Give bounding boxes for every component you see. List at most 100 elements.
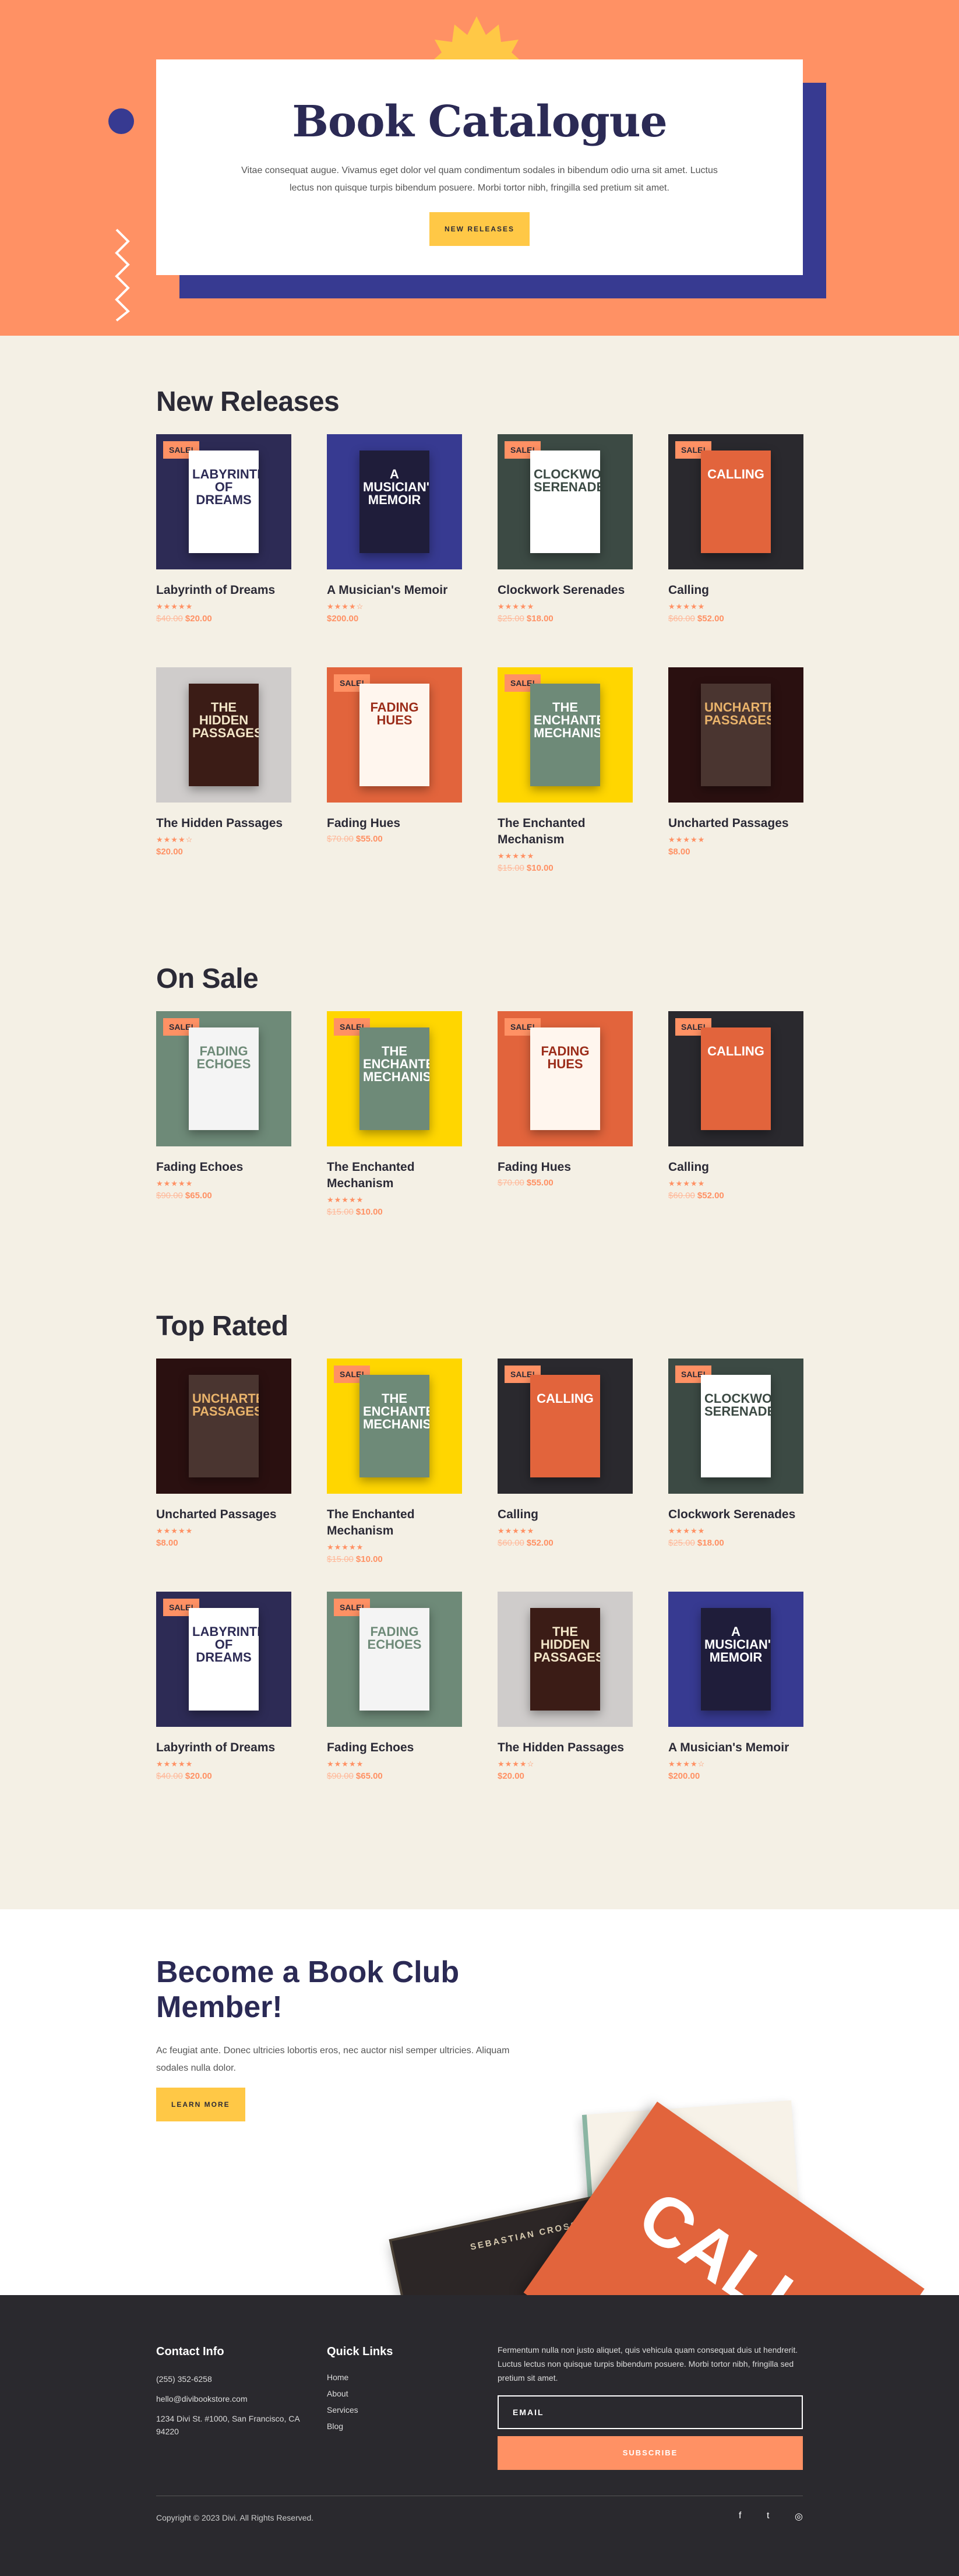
product-image[interactable]: SALE!The Enchanted Mechanism	[327, 1359, 462, 1494]
product-card[interactable]: SALE!Clockwork SerenadesClockwork Serena…	[498, 434, 633, 624]
product-title[interactable]: Fading Echoes	[327, 1740, 462, 1756]
star-rating: ★★★★★	[156, 602, 193, 611]
product-card[interactable]: SALE!Labyrinth Of Dreams Labyrinth of Dre…	[156, 434, 291, 624]
product-image[interactable]: Uncharted Passages	[156, 1359, 291, 1494]
facebook-icon[interactable]: f	[739, 2511, 741, 2522]
product-price: $70.00 $55.00	[327, 834, 462, 844]
product-card[interactable]: Uncharted Passages Uncharted Passages ★★★★…	[156, 1359, 291, 1548]
book-cover: The Enchanted Mechanism	[359, 1375, 429, 1477]
product-card[interactable]: The Hidden Passages The Hidden Passages ★★…	[498, 1592, 633, 1781]
product-image[interactable]: SALE! Fading Hues	[327, 667, 462, 803]
product-title[interactable]: Labyrinth of Dreams	[156, 582, 291, 599]
product-card[interactable]: A Musician's Memoir A Musician's Memoir ★★…	[668, 1592, 803, 1781]
product-card[interactable]: SALE! Fading Hues Fading Hues $70.00 $55.00	[498, 1011, 633, 1188]
product-title[interactable]: Clockwork Serenades	[668, 1507, 803, 1523]
product-card[interactable]: SALE!Clockwork Serenades Clockwork Serena…	[668, 1359, 803, 1548]
footer-link-home[interactable]: Home	[327, 2373, 467, 2382]
instagram-icon[interactable]: ◎	[795, 2511, 803, 2522]
current-price: $20.00	[498, 1771, 524, 1781]
current-price: $8.00	[668, 847, 690, 857]
subscribe-button[interactable]: SUBSCRIBE	[498, 2436, 803, 2470]
product-card[interactable]: SALE!The Enchanted MechanismThe Enchante…	[327, 1359, 462, 1564]
product-card[interactable]: A Musician's Memoir A Musician's Memoir ★★…	[327, 434, 462, 624]
product-title[interactable]: Fading Hues	[327, 815, 462, 832]
product-price: $90.00 $65.00	[327, 1771, 462, 1781]
product-image[interactable]: A Musician's Memoir	[668, 1592, 803, 1727]
contact-email[interactable]: hello@divibookstore.com	[156, 2392, 308, 2405]
product-image[interactable]: SALE!The Enchanted Mechanism	[498, 667, 633, 803]
product-card[interactable]: SALE!Labyrinth Of Dreams Labyrinth of Dre…	[156, 1592, 291, 1781]
product-grid: SALE! Fading Echoes Fading Echoes ★★★★★ $90.…	[156, 1011, 804, 1244]
learn-more-button[interactable]: LEARN MORE	[156, 2088, 245, 2121]
product-title[interactable]: Calling	[668, 1159, 803, 1176]
product-image[interactable]: SALE!Clockwork Serenades	[668, 1359, 803, 1494]
product-card[interactable]: SALE!The Enchanted Mechanism The Enchante…	[327, 1011, 462, 1217]
twitter-icon[interactable]: t	[767, 2511, 769, 2522]
product-image[interactable]: The Hidden Passages	[498, 1592, 633, 1727]
original-price: $90.00	[327, 1771, 354, 1781]
product-card[interactable]: SALE! Fading Hues Fading Hues $70.00 $55.00	[327, 667, 462, 844]
contact-phone[interactable]: (255) 352-6258	[156, 2373, 308, 2385]
product-title[interactable]: Calling	[498, 1507, 633, 1523]
product-card[interactable]: SALE!The Enchanted Mechanism The Enchante…	[498, 667, 633, 873]
book-cover: Fading Hues	[530, 1027, 600, 1130]
product-image[interactable]: SALE! Calling	[668, 1011, 803, 1146]
product-card[interactable]: Uncharted Passages Uncharted Passages ★★★★…	[668, 667, 803, 857]
product-price: $8.00	[668, 847, 803, 857]
product-title[interactable]: The Enchanted Mechanism	[498, 815, 633, 848]
star-rating: ★★★★☆	[156, 835, 193, 844]
product-image[interactable]: SALE! Fading Echoes	[156, 1011, 291, 1146]
email-field[interactable]: EMAIL	[498, 2395, 803, 2429]
footer-link-about[interactable]: About	[327, 2389, 467, 2398]
product-title[interactable]: Calling	[668, 582, 803, 599]
product-image[interactable]: Uncharted Passages	[668, 667, 803, 803]
footer-link-blog[interactable]: Blog	[327, 2422, 467, 2431]
product-image[interactable]: The Hidden Passages	[156, 667, 291, 803]
product-image[interactable]: SALE!Labyrinth Of Dreams	[156, 434, 291, 569]
star-rating: ★★★★★	[327, 1195, 364, 1204]
product-title[interactable]: A Musician's Memoir	[327, 582, 462, 599]
product-card[interactable]: SALE! Fading Echoes Fading Echoes ★★★★★ $90.…	[327, 1592, 462, 1781]
product-image[interactable]: SALE! Calling	[668, 434, 803, 569]
product-card[interactable]: The Hidden Passages The Hidden Passages ★★…	[156, 667, 291, 857]
product-image[interactable]: A Musician's Memoir	[327, 434, 462, 569]
product-card[interactable]: SALE! Calling Calling ★★★★★ $60.00 $52.00	[668, 1011, 803, 1201]
product-price: $20.00	[498, 1771, 633, 1781]
product-image[interactable]: SALE!The Enchanted Mechanism	[327, 1011, 462, 1146]
product-image[interactable]: SALE! Calling	[498, 1359, 633, 1494]
new-releases-button[interactable]: NEW RELEASES	[429, 212, 530, 246]
current-price: $8.00	[156, 1538, 178, 1548]
original-price: $15.00	[327, 1207, 354, 1217]
current-price: $52.00	[697, 614, 724, 624]
product-title[interactable]: The Enchanted Mechanism	[327, 1159, 462, 1192]
product-title[interactable]: The Hidden Passages	[156, 815, 291, 832]
product-image[interactable]: SALE!Clockwork Serenades	[498, 434, 633, 569]
product-image[interactable]: SALE! Fading Echoes	[327, 1592, 462, 1727]
product-card[interactable]: SALE! Calling Calling ★★★★★ $60.00 $52.00	[668, 434, 803, 624]
original-price: $70.00	[498, 1178, 524, 1188]
quick-links: Quick Links Home About Services Blog	[327, 2345, 467, 2431]
product-title[interactable]: The Hidden Passages	[498, 1740, 633, 1756]
product-card[interactable]: SALE! Fading Echoes Fading Echoes ★★★★★ $90.…	[156, 1011, 291, 1201]
product-title[interactable]: Fading Echoes	[156, 1159, 291, 1176]
product-image[interactable]: SALE!Labyrinth Of Dreams	[156, 1592, 291, 1727]
product-title[interactable]: Uncharted Passages	[156, 1507, 291, 1523]
product-title[interactable]: Fading Hues	[498, 1159, 633, 1176]
book-club-title: Become a Book Club Member!	[156, 1955, 460, 2024]
product-title[interactable]: Uncharted Passages	[668, 815, 803, 832]
original-price: $60.00	[498, 1538, 524, 1548]
book-cover-title: Fading Hues	[541, 1044, 590, 1071]
product-image[interactable]: SALE! Fading Hues	[498, 1011, 633, 1146]
book-cover: Clockwork Serenades	[530, 451, 600, 553]
section-title: Top Rated	[156, 1311, 288, 1342]
star-rating: ★★★★☆	[668, 1759, 706, 1768]
product-title[interactable]: A Musician's Memoir	[668, 1740, 803, 1756]
product-title[interactable]: Clockwork Serenades	[498, 582, 633, 599]
product-card[interactable]: SALE! Calling Calling ★★★★★ $60.00 $52.00	[498, 1359, 633, 1548]
book-club-section: Become a Book Club Member! Ac feugiat an…	[0, 1909, 959, 2295]
current-price: $10.00	[355, 1207, 383, 1217]
product-title[interactable]: The Enchanted Mechanism	[327, 1507, 462, 1539]
product-title[interactable]: Labyrinth of Dreams	[156, 1740, 291, 1756]
sun-decoration-icon	[429, 16, 524, 64]
footer-link-services[interactable]: Services	[327, 2405, 467, 2415]
